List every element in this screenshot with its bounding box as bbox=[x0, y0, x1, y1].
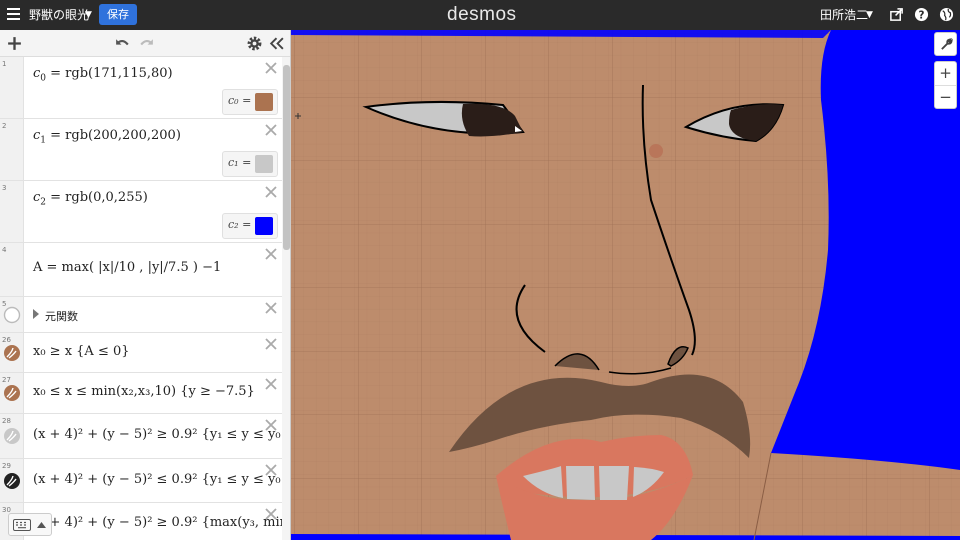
expression-formula[interactable]: (x + 4)² + (y − 5)² ≥ 0.9² {y₁ ≤ y ≤ y₀} bbox=[33, 427, 289, 442]
zoom-out-button[interactable]: − bbox=[935, 85, 956, 109]
share-icon[interactable] bbox=[889, 7, 904, 22]
row-gutter: 4 bbox=[0, 243, 24, 296]
delete-expression-icon[interactable] bbox=[264, 61, 278, 75]
expression-row[interactable]: 28 (x + 4)² + (y − 5)² ≥ 0.9² {y₁ ≤ y ≤ … bbox=[0, 414, 289, 459]
color-swatch-box[interactable]: c₁ = bbox=[222, 151, 278, 177]
graph-canvas[interactable]: + − bbox=[291, 30, 960, 540]
mole bbox=[649, 144, 663, 158]
row-number: 29 bbox=[2, 462, 11, 470]
expression-formula[interactable]: c0 = rgb(171,115,80) bbox=[33, 66, 173, 84]
expression-formula[interactable]: (x + 4)² + (y − 5)² ≥ 0.9² {max(y₃, min( bbox=[33, 515, 290, 530]
row-number: 26 bbox=[2, 336, 11, 344]
sidebar-toolbar bbox=[0, 30, 290, 57]
graph-title[interactable]: 野獣の眼光 bbox=[29, 0, 89, 30]
color-swatch[interactable] bbox=[255, 155, 273, 173]
folder-label: 元関数 bbox=[45, 310, 78, 323]
wrench-icon bbox=[941, 38, 953, 50]
help-icon[interactable]: ? bbox=[914, 7, 929, 22]
caret-up-icon bbox=[37, 522, 46, 528]
var-subscript: 0 bbox=[40, 73, 47, 84]
formula-rhs: = rgb(171,115,80) bbox=[50, 66, 173, 81]
var-subscript: 2 bbox=[40, 197, 47, 208]
settings-gear-icon[interactable] bbox=[246, 35, 263, 52]
collapse-sidebar-icon[interactable] bbox=[268, 35, 285, 52]
delete-expression-icon[interactable] bbox=[264, 463, 278, 477]
title-dropdown-icon[interactable]: ▼ bbox=[85, 0, 92, 30]
row-number: 2 bbox=[2, 122, 7, 130]
var-subscript: 1 bbox=[40, 135, 47, 146]
delete-expression-icon[interactable] bbox=[264, 507, 278, 521]
row-number: 1 bbox=[2, 60, 7, 68]
delete-expression-icon[interactable] bbox=[264, 418, 278, 432]
undo-icon[interactable] bbox=[114, 35, 131, 52]
delete-expression-icon[interactable] bbox=[264, 247, 278, 261]
color-swatch-box[interactable]: c₀ = bbox=[222, 89, 278, 115]
folder-visibility-icon[interactable] bbox=[3, 306, 21, 324]
svg-text:?: ? bbox=[919, 9, 925, 21]
row-gutter: 3 bbox=[0, 181, 24, 242]
row-number: 4 bbox=[2, 246, 7, 254]
scrollbar-thumb[interactable] bbox=[283, 65, 290, 250]
zoom-in-button[interactable]: + bbox=[935, 62, 956, 85]
expression-row-c0[interactable]: 1 c0 = rgb(171,115,80) c₀ = bbox=[0, 57, 282, 119]
user-dropdown-icon[interactable]: ▼ bbox=[866, 0, 873, 30]
expression-row[interactable]: 27 x₀ ≤ x ≤ min(x₂,x₃,10) {y ≥ −7.5} bbox=[0, 373, 282, 414]
delete-expression-icon[interactable] bbox=[264, 301, 278, 315]
expression-formula[interactable]: c1 = rgb(200,200,200) bbox=[33, 128, 181, 146]
add-expression-icon[interactable] bbox=[6, 35, 23, 52]
color-swatch-box[interactable]: c₂ = bbox=[222, 213, 278, 239]
row-number: 3 bbox=[2, 184, 7, 192]
color-swatch[interactable] bbox=[255, 93, 273, 111]
graph-drawing[interactable] bbox=[291, 30, 960, 540]
swatch-label: c₀ = bbox=[228, 94, 252, 107]
expression-formula[interactable]: x₀ ≥ x {A ≤ 0} bbox=[33, 344, 130, 359]
swatch-label: c₂ = bbox=[228, 218, 252, 231]
formula-rhs: = rgb(0,0,255) bbox=[50, 190, 148, 205]
graph-settings-wrench-button[interactable] bbox=[934, 32, 957, 56]
expression-formula[interactable]: A = max( |x|/10 , |y|/7.5 ) −1 bbox=[33, 260, 221, 275]
expression-formula[interactable]: x₀ ≤ x ≤ min(x₂,x₃,10) {y ≥ −7.5} bbox=[33, 384, 255, 399]
expression-row[interactable]: 29 (x + 4)² + (y − 5)² ≤ 0.9² {y₁ ≤ y ≤ … bbox=[0, 459, 289, 503]
graph-style-icon[interactable] bbox=[3, 384, 21, 402]
expression-row-A[interactable]: 4 A = max( |x|/10 , |y|/7.5 ) −1 bbox=[0, 243, 282, 297]
expression-row[interactable]: 26 x₀ ≥ x {A ≤ 0} bbox=[0, 333, 282, 373]
swatch-label: c₁ = bbox=[228, 156, 252, 169]
keypad-toggle-button[interactable] bbox=[8, 513, 52, 536]
delete-expression-icon[interactable] bbox=[264, 123, 278, 137]
hamburger-menu-icon[interactable] bbox=[7, 8, 20, 21]
color-swatch[interactable] bbox=[255, 217, 273, 235]
delete-expression-icon[interactable] bbox=[264, 337, 278, 351]
top-bar: 野獣の眼光 ▼ 保存 desmos 田所浩二 ▼ ? bbox=[0, 0, 960, 30]
row-number: 27 bbox=[2, 376, 11, 384]
row-number: 28 bbox=[2, 417, 11, 425]
expression-sidebar: 1 c0 = rgb(171,115,80) c₀ = 2 c1 = rgb(2… bbox=[0, 30, 291, 540]
row-gutter: 2 bbox=[0, 119, 24, 180]
tooth-2 bbox=[566, 466, 595, 500]
expression-formula[interactable]: c2 = rgb(0,0,255) bbox=[33, 190, 148, 208]
graph-style-icon[interactable] bbox=[3, 427, 21, 445]
expression-row-c1[interactable]: 2 c1 = rgb(200,200,200) c₁ = bbox=[0, 119, 282, 181]
delete-expression-icon[interactable] bbox=[264, 185, 278, 199]
globe-icon[interactable] bbox=[939, 7, 954, 22]
folder-expand-icon[interactable] bbox=[32, 309, 40, 319]
delete-expression-icon[interactable] bbox=[264, 377, 278, 391]
folder-row[interactable]: 5 元関数 bbox=[0, 297, 282, 333]
expression-formula[interactable]: (x + 4)² + (y − 5)² ≤ 0.9² {y₁ ≤ y ≤ y₀} bbox=[33, 472, 289, 487]
sidebar-scrollbar[interactable] bbox=[282, 57, 290, 540]
formula-rhs: = rgb(200,200,200) bbox=[50, 128, 181, 143]
zoom-controls: + − bbox=[934, 61, 957, 109]
desmos-logo: desmos bbox=[447, 4, 517, 25]
graph-style-icon[interactable] bbox=[3, 472, 21, 490]
graph-style-icon[interactable] bbox=[3, 344, 21, 362]
user-name[interactable]: 田所浩二 bbox=[820, 0, 868, 30]
save-button[interactable]: 保存 bbox=[99, 4, 137, 25]
row-gutter: 1 bbox=[0, 57, 24, 118]
tooth-3 bbox=[599, 466, 629, 500]
keyboard-icon bbox=[13, 519, 31, 531]
redo-icon[interactable] bbox=[138, 35, 155, 52]
expression-row-c2[interactable]: 3 c2 = rgb(0,0,255) c₂ = bbox=[0, 181, 282, 243]
